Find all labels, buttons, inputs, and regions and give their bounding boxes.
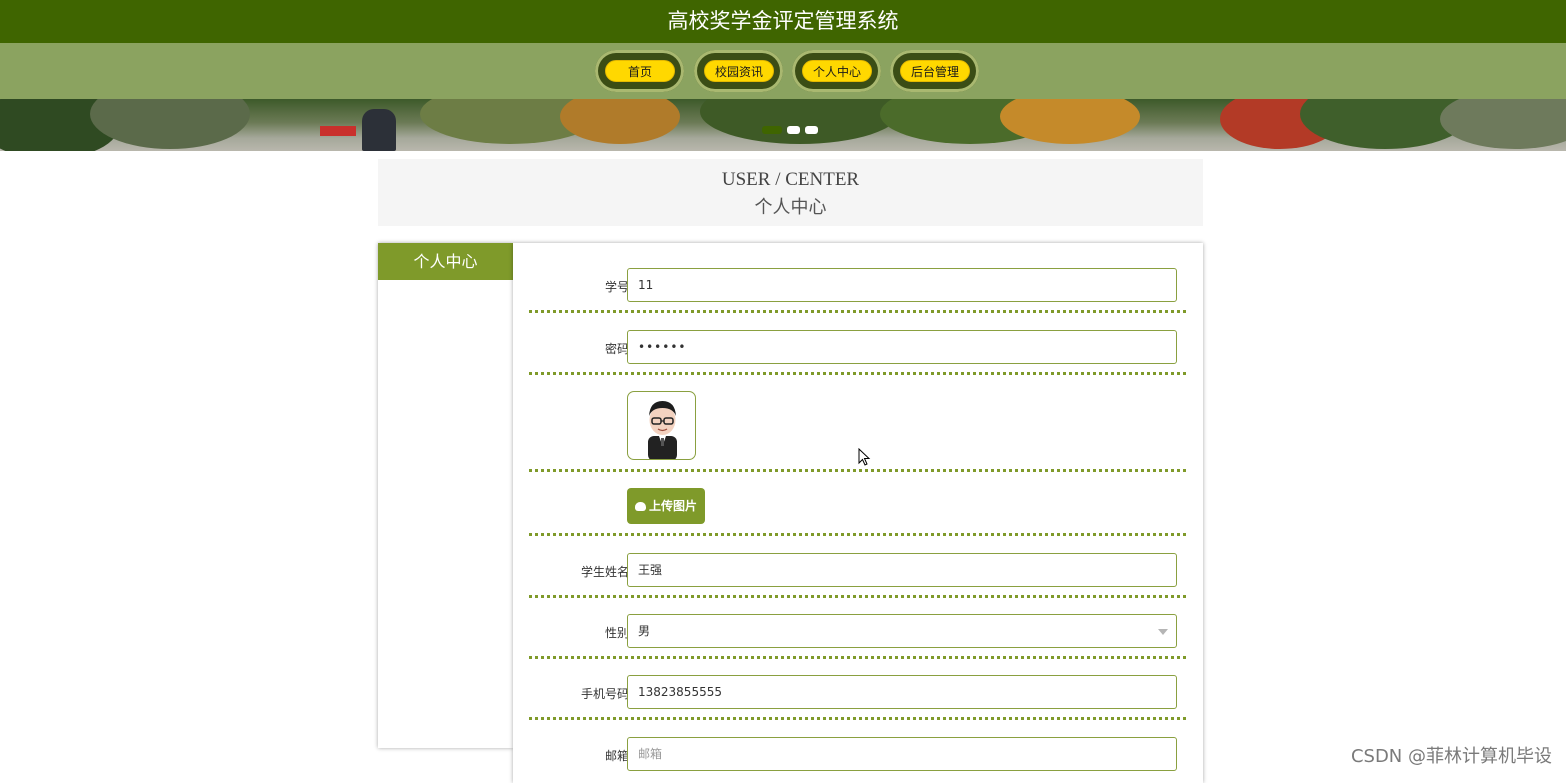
carousel-indicator[interactable]	[762, 126, 782, 134]
carousel-indicator[interactable]	[805, 126, 818, 134]
banner-tree	[560, 99, 680, 144]
watermark-text: CSDN @菲林计算机毕设	[1350, 746, 1552, 767]
nav-item-label: 校园资讯	[704, 60, 774, 82]
gender-label: 性别	[604, 626, 629, 640]
avatar-image	[627, 391, 696, 460]
phone-input[interactable]: 13823855555	[627, 675, 1177, 709]
form-row-student-id: 学号 11	[529, 268, 1186, 313]
email-label: 邮箱	[604, 749, 629, 763]
form-row-phone: 手机号码 13823855555	[529, 675, 1186, 720]
nav-menu: 首页 校园资讯 个人中心 后台管理	[595, 50, 985, 92]
banner-tree	[700, 99, 900, 144]
banner-bench	[320, 126, 356, 136]
nav-item-home[interactable]: 首页	[595, 50, 684, 92]
form-row-name: 学生姓名 王强	[529, 553, 1186, 598]
cloud-upload-icon	[634, 502, 646, 511]
gender-selected-value: 男	[638, 624, 651, 638]
form-row-password: 密码 ••••••	[529, 330, 1186, 375]
student-id-label: 学号	[604, 280, 629, 294]
gender-select[interactable]: 男	[627, 614, 1177, 648]
name-input[interactable]: 王强	[627, 553, 1177, 587]
banner-carousel	[0, 99, 1566, 151]
banner-person	[362, 109, 396, 151]
password-label: 密码	[604, 342, 629, 356]
nav-item-label: 后台管理	[900, 60, 970, 82]
section-header: USER / CENTER 个人中心	[378, 159, 1203, 226]
nav-item-user-center[interactable]: 个人中心	[792, 50, 881, 92]
student-id-input[interactable]: 11	[627, 268, 1177, 302]
top-header: 高校奖学金评定管理系统	[0, 0, 1566, 43]
nav-item-label: 首页	[605, 60, 675, 82]
email-input[interactable]: 邮箱	[627, 737, 1177, 771]
upload-image-button[interactable]: 上传图片	[627, 488, 705, 524]
form-row-upload: 上传图片	[529, 488, 1186, 536]
nav-item-campus-news[interactable]: 校园资讯	[694, 50, 783, 92]
carousel-indicator[interactable]	[787, 126, 800, 134]
profile-form: 学号 11 密码 •••••• 上传图片 学生姓名 王强 性别 男 手机号码 1…	[513, 243, 1203, 783]
chevron-down-icon	[1158, 629, 1168, 635]
nav-item-admin[interactable]: 后台管理	[890, 50, 979, 92]
password-input[interactable]: ••••••	[627, 330, 1177, 364]
avatar-cartoon-icon	[648, 401, 677, 459]
banner-tree	[1440, 99, 1566, 149]
name-label: 学生姓名	[580, 565, 629, 579]
nav-bar: 首页 校园资讯 个人中心 后台管理	[0, 43, 1566, 99]
section-title-en: USER / CENTER	[721, 169, 860, 190]
banner-tree	[90, 99, 250, 149]
sidebar: 个人中心	[378, 243, 513, 748]
phone-label: 手机号码	[580, 687, 629, 701]
sidebar-heading[interactable]: 个人中心	[378, 243, 513, 280]
form-row-email: 邮箱 邮箱	[529, 737, 1186, 782]
app-title: 高校奖学金评定管理系统	[667, 9, 899, 33]
nav-item-label: 个人中心	[802, 60, 872, 82]
section-title-cn: 个人中心	[754, 197, 827, 217]
upload-button-label: 上传图片	[648, 499, 697, 513]
mouse-cursor-icon	[858, 448, 871, 466]
form-row-gender: 性别 男	[529, 614, 1186, 659]
